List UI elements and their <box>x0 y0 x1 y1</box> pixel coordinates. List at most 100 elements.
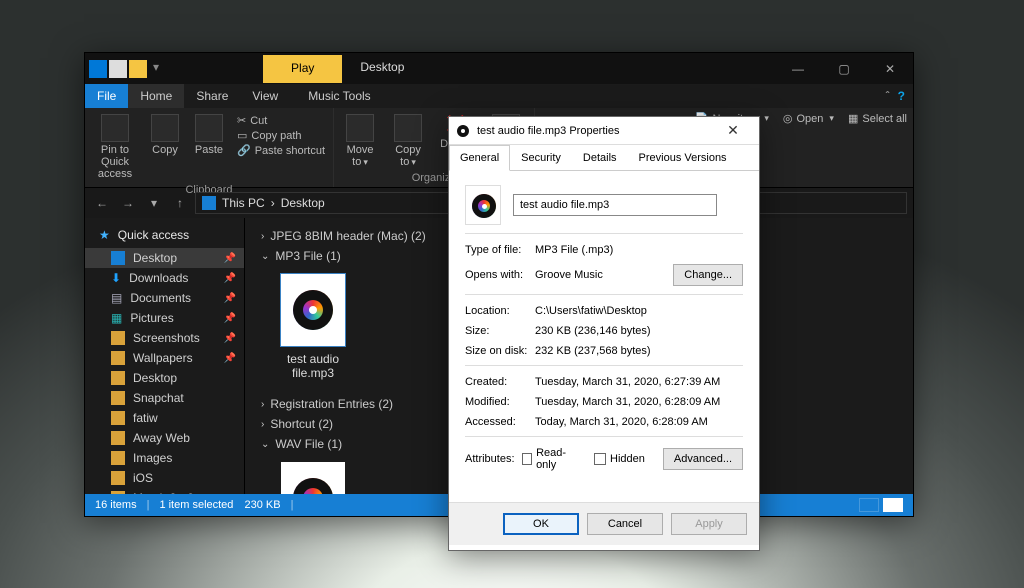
properties-title: test audio file.mp3 Properties <box>477 125 619 137</box>
nav-history-icon[interactable]: ▾ <box>143 196 165 210</box>
properties-body: Type of file:MP3 File (.mp3) Opens with:… <box>449 171 759 502</box>
advanced-button[interactable]: Advanced... <box>663 448 743 470</box>
value-type: MP3 File (.mp3) <box>535 244 743 256</box>
status-size: 230 KB <box>244 499 280 511</box>
label-created: Created: <box>465 376 535 388</box>
paste-shortcut-button[interactable]: 🔗 Paste shortcut <box>237 144 325 157</box>
sidebar-item-march[interactable]: March 2 - 6 <box>85 488 244 494</box>
paste-button[interactable]: Paste <box>189 112 229 158</box>
maximize-button[interactable]: ▢ <box>821 53 867 84</box>
file-type-icon <box>455 123 471 139</box>
navigation-pane: ★Quick access Desktop📌 ⬇Downloads📌 ▤Docu… <box>85 218 245 494</box>
copy-path-button[interactable]: ▭ Copy path <box>237 129 302 142</box>
value-accessed: Today, March 31, 2020, 6:28:09 AM <box>535 416 743 428</box>
move-to-button[interactable]: Move to▾ <box>338 112 382 170</box>
nav-up-icon[interactable]: ↑ <box>169 196 191 210</box>
sidebar-item-wallpapers[interactable]: Wallpapers📌 <box>85 348 244 368</box>
sidebar-item-screenshots[interactable]: Screenshots📌 <box>85 328 244 348</box>
value-sod: 232 KB (237,568 bytes) <box>535 345 743 357</box>
properties-close-button[interactable]: ✕ <box>713 122 753 139</box>
filename-input[interactable] <box>513 194 717 216</box>
close-button[interactable]: ✕ <box>867 53 913 84</box>
titlebar: ▾ Play Desktop — ▢ ✕ <box>85 53 913 84</box>
properties-buttons: OK Cancel Apply <box>449 502 759 545</box>
quick-access-header[interactable]: ★Quick access <box>85 224 244 248</box>
apply-button[interactable]: Apply <box>671 513 747 535</box>
file-label: test audio file.mp3 <box>273 352 353 380</box>
select-all-button[interactable]: ▦ Select all <box>848 112 907 125</box>
properties-tabs: General Security Details Previous Versio… <box>449 145 759 171</box>
tab-security[interactable]: Security <box>510 145 572 171</box>
label-type: Type of file: <box>465 244 535 256</box>
value-location: C:\Users\fatiw\Desktop <box>535 305 743 317</box>
ribbon-tabs: File Home Share View Music Tools ˆ ? <box>85 84 913 108</box>
sidebar-item-desktop[interactable]: Desktop📌 <box>85 248 244 268</box>
label-location: Location: <box>465 305 535 317</box>
collapse-ribbon-icon[interactable]: ˆ <box>886 89 890 103</box>
hidden-checkbox[interactable]: Hidden <box>594 453 645 465</box>
chevron-right-icon[interactable]: › <box>271 196 275 210</box>
breadcrumb-thispc[interactable]: This PC <box>222 196 265 210</box>
file-big-icon <box>465 185 501 225</box>
change-button[interactable]: Change... <box>673 264 743 286</box>
contextual-tab-play[interactable]: Play <box>263 55 342 83</box>
cancel-button[interactable]: Cancel <box>587 513 663 535</box>
sidebar-item-away-web[interactable]: Away Web <box>85 428 244 448</box>
breadcrumb-desktop[interactable]: Desktop <box>281 196 325 210</box>
tab-file[interactable]: File <box>85 84 128 108</box>
nav-back-icon[interactable]: ← <box>91 196 113 210</box>
copy-button[interactable]: Copy <box>145 112 185 158</box>
value-size: 230 KB (236,146 bytes) <box>535 325 743 337</box>
explorer-icon <box>89 60 107 78</box>
tab-music-tools[interactable]: Music Tools <box>296 84 382 108</box>
sidebar-item-desktop2[interactable]: Desktop <box>85 368 244 388</box>
quick-access-toolbar: ▾ <box>85 60 163 78</box>
ok-button[interactable]: OK <box>503 513 579 535</box>
wav-file-icon <box>281 462 345 494</box>
icons-view-icon[interactable] <box>883 498 903 512</box>
cut-button[interactable]: ✂ Cut <box>237 114 267 127</box>
qat-icon-2[interactable] <box>129 60 147 78</box>
sidebar-item-documents[interactable]: ▤Documents📌 <box>85 288 244 308</box>
minimize-button[interactable]: — <box>775 53 821 84</box>
copy-to-button[interactable]: Copy to▾ <box>386 112 430 170</box>
sidebar-item-images[interactable]: Images <box>85 448 244 468</box>
file-item-selected[interactable]: test audio file.mp3 <box>273 274 353 380</box>
nav-forward-icon[interactable]: → <box>117 196 139 210</box>
sidebar-item-pictures[interactable]: ▦Pictures📌 <box>85 308 244 328</box>
status-selected: 1 item selected <box>159 499 233 511</box>
tab-previous-versions[interactable]: Previous Versions <box>628 145 738 171</box>
value-modified: Tuesday, March 31, 2020, 6:28:09 AM <box>535 396 743 408</box>
desktop-icon <box>202 196 216 210</box>
label-sod: Size on disk: <box>465 345 535 357</box>
file-item-wav[interactable] <box>273 462 353 494</box>
readonly-checkbox[interactable]: Read-only <box>522 447 576 471</box>
properties-titlebar: test audio file.mp3 Properties ✕ <box>449 117 759 145</box>
sidebar-item-snapchat[interactable]: Snapchat <box>85 388 244 408</box>
status-items: 16 items <box>95 499 137 511</box>
label-modified: Modified: <box>465 396 535 408</box>
sidebar-item-fatiw[interactable]: fatiw <box>85 408 244 428</box>
tab-details[interactable]: Details <box>572 145 628 171</box>
open-button[interactable]: ◎ Open▾ <box>783 112 834 125</box>
help-icon[interactable]: ? <box>898 89 905 103</box>
qat-dropdown-icon[interactable]: ▾ <box>153 60 159 78</box>
tab-home[interactable]: Home <box>128 84 184 108</box>
mp3-file-icon <box>281 274 345 346</box>
qat-icon-1[interactable] <box>109 60 127 78</box>
value-opens: Groove Music <box>535 269 673 281</box>
label-attributes: Attributes: <box>465 453 522 465</box>
tab-share[interactable]: Share <box>184 84 240 108</box>
pin-to-quick-access-button[interactable]: Pin to Quick access <box>89 112 141 182</box>
details-view-icon[interactable] <box>859 498 879 512</box>
window-title: Desktop <box>360 53 404 74</box>
sidebar-item-ios[interactable]: iOS <box>85 468 244 488</box>
value-created: Tuesday, March 31, 2020, 6:27:39 AM <box>535 376 743 388</box>
label-accessed: Accessed: <box>465 416 535 428</box>
sidebar-item-downloads[interactable]: ⬇Downloads📌 <box>85 268 244 288</box>
properties-dialog: test audio file.mp3 Properties ✕ General… <box>448 116 760 551</box>
tab-view[interactable]: View <box>240 84 290 108</box>
label-size: Size: <box>465 325 535 337</box>
tab-general[interactable]: General <box>449 145 510 171</box>
label-opens: Opens with: <box>465 269 535 281</box>
